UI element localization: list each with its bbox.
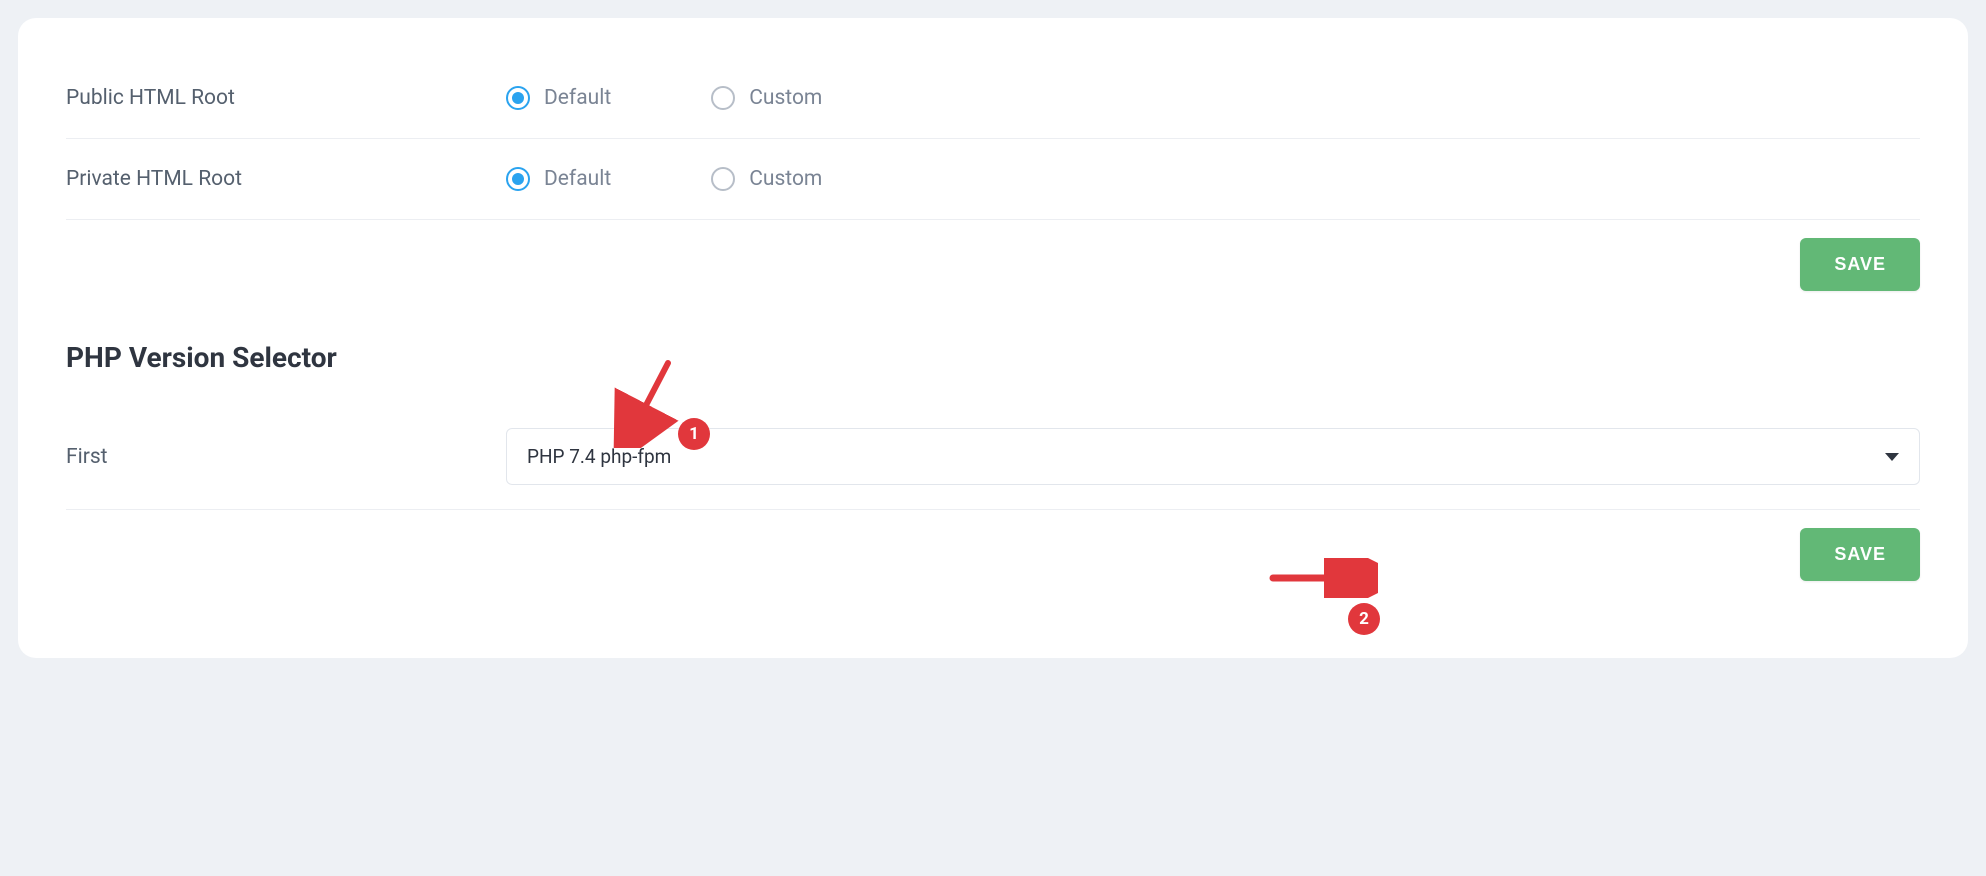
public-html-root-default-text: Default — [544, 86, 611, 110]
annotation-badge-2: 2 — [1348, 603, 1380, 635]
settings-card: Public HTML Root Default Custom Private … — [18, 18, 1968, 658]
radio-unselected-icon — [711, 167, 735, 191]
save-button-2[interactable]: SAVE — [1800, 528, 1920, 581]
php-first-select-value: PHP 7.4 php-fpm — [527, 445, 671, 468]
radio-selected-icon — [506, 86, 530, 110]
private-html-root-custom-text: Custom — [749, 167, 822, 191]
php-first-row: First PHP 7.4 php-fpm — [66, 404, 1920, 510]
public-html-root-radio-group: Default Custom — [506, 86, 822, 110]
save-row-1: SAVE — [66, 220, 1920, 291]
public-html-root-label: Public HTML Root — [66, 86, 506, 110]
public-html-root-default-option[interactable]: Default — [506, 86, 611, 110]
radio-unselected-icon — [711, 86, 735, 110]
php-version-selector-title: PHP Version Selector — [66, 341, 1920, 374]
chevron-down-icon — [1885, 453, 1899, 461]
save-row-2: SAVE — [66, 510, 1920, 581]
private-html-root-label: Private HTML Root — [66, 167, 506, 191]
radio-selected-icon — [506, 167, 530, 191]
php-first-select[interactable]: PHP 7.4 php-fpm — [506, 428, 1920, 485]
php-first-label: First — [66, 445, 506, 469]
public-html-root-custom-option[interactable]: Custom — [711, 86, 822, 110]
private-html-root-custom-option[interactable]: Custom — [711, 167, 822, 191]
private-html-root-row: Private HTML Root Default Custom — [66, 139, 1920, 220]
private-html-root-default-option[interactable]: Default — [506, 167, 611, 191]
public-html-root-custom-text: Custom — [749, 86, 822, 110]
php-first-select-wrap: PHP 7.4 php-fpm — [506, 428, 1920, 485]
save-button-1[interactable]: SAVE — [1800, 238, 1920, 291]
public-html-root-row: Public HTML Root Default Custom — [66, 58, 1920, 139]
private-html-root-radio-group: Default Custom — [506, 167, 822, 191]
private-html-root-default-text: Default — [544, 167, 611, 191]
